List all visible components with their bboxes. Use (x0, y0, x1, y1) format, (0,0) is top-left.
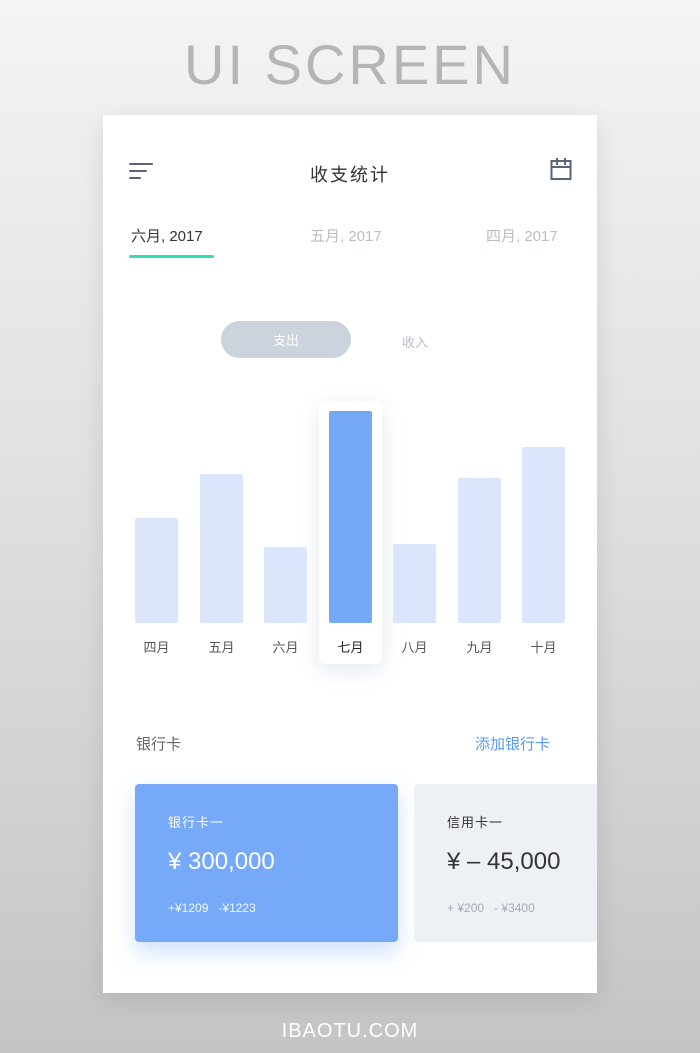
poster-footer: IBAOTU.COM (281, 1020, 419, 1042)
add-bank-card-link[interactable]: 添加银行卡 (475, 733, 550, 754)
card-name: 银行卡一 (168, 815, 225, 830)
tab-month-june[interactable]: 六月, 2017 (131, 225, 203, 246)
tab-month-may[interactable]: 五月, 2017 (310, 225, 382, 246)
bar-2[interactable] (200, 474, 243, 623)
app-screen: 收支统计 六月, 2017 五月, 2017 四月, 2017 支出 收入 四月… (103, 115, 597, 993)
bar-1[interactable] (135, 518, 178, 623)
card-outflow: - ¥3400 (494, 901, 535, 915)
section-title-bank-cards: 银行卡 (136, 736, 182, 753)
bar-label-7[interactable]: 十月 (514, 637, 574, 656)
bar-5[interactable] (393, 544, 436, 623)
tab-month-april[interactable]: 四月, 2017 (486, 225, 558, 246)
bar-4[interactable] (329, 411, 372, 623)
bar-label-6[interactable]: 九月 (450, 637, 510, 656)
bar-label-3[interactable]: 六月 (256, 637, 316, 656)
bar-label-5[interactable]: 八月 (385, 637, 445, 656)
card-flow: +¥1209 -¥1223 (168, 901, 256, 915)
toggle-income-button[interactable]: 收入 (385, 332, 445, 351)
page-title: 收支统计 (310, 165, 390, 185)
bar-6[interactable] (458, 478, 501, 623)
bar-label-2[interactable]: 五月 (192, 637, 252, 656)
card-flow: + ¥200 - ¥3400 (447, 901, 535, 915)
card-outflow: -¥1223 (218, 901, 256, 915)
card-inflow: +¥1209 (168, 901, 209, 915)
card-name: 信用卡一 (447, 815, 504, 830)
calendar-icon[interactable] (550, 157, 572, 181)
bar-7[interactable] (522, 447, 565, 623)
card-balance: ¥ – 45,000 (447, 848, 561, 875)
card-inflow: + ¥200 (447, 901, 485, 915)
bank-card-primary[interactable]: 银行卡一 ¥ 300,000 +¥1209 -¥1223 (135, 784, 398, 942)
credit-card-secondary[interactable]: 信用卡一 ¥ – 45,000 + ¥200 - ¥3400 (414, 784, 597, 942)
bar-3[interactable] (264, 547, 307, 623)
card-balance: ¥ 300,000 (168, 848, 275, 875)
bar-label-1[interactable]: 四月 (127, 637, 187, 656)
monthly-bar-chart: 四月 五月 六月 七月 八月 九月 十月 (103, 395, 597, 685)
active-tab-indicator (129, 255, 214, 258)
toggle-expense-button[interactable]: 支出 (221, 321, 351, 358)
bar-label-4[interactable]: 七月 (321, 637, 381, 656)
poster-title: UI SCREEN (184, 33, 516, 96)
